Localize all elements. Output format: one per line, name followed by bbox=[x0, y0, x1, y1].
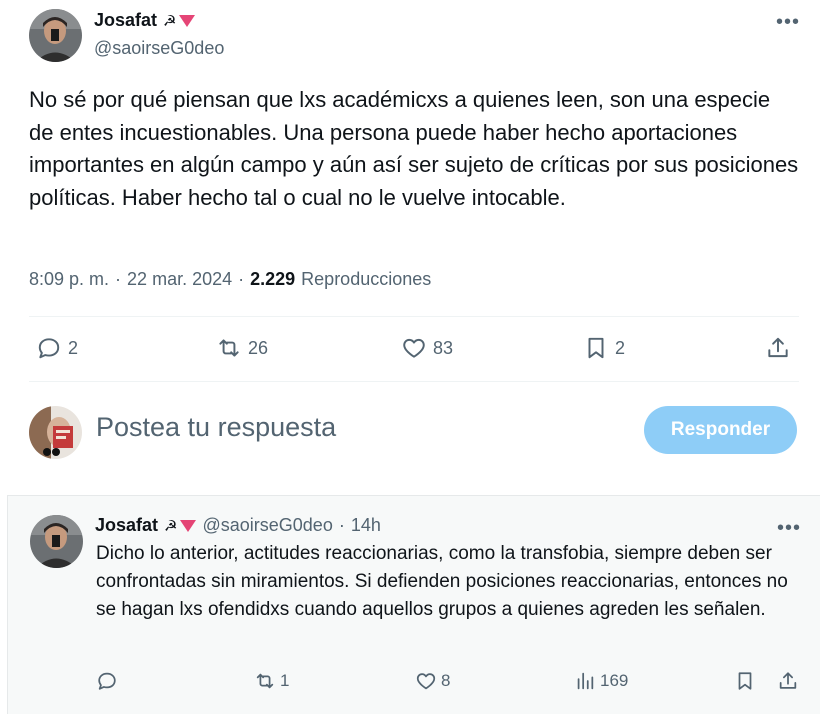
author-avatar[interactable] bbox=[29, 9, 82, 62]
bookmark-icon bbox=[738, 672, 752, 690]
reply-count: 2 bbox=[68, 337, 79, 358]
views-count: 169 bbox=[600, 671, 629, 690]
more-options-icon[interactable]: ••• bbox=[776, 12, 800, 32]
reply-button[interactable]: Responder bbox=[644, 406, 797, 454]
red-triangle-icon bbox=[180, 519, 197, 532]
bookmark-count: 2 bbox=[615, 337, 626, 358]
views-label: Reproducciones bbox=[301, 269, 432, 289]
like-count: 8 bbox=[441, 671, 451, 690]
tweet-meta: 8:09 p. m. · 22 mar. 2024 · 2.229 Reprod… bbox=[29, 269, 431, 290]
reply-action[interactable]: 2 bbox=[36, 335, 78, 361]
retweet-icon bbox=[256, 673, 274, 689]
reply-tweet[interactable]: Josafat ☭ @saoirseG0deo · 14h ••• Dicho … bbox=[7, 495, 820, 714]
heart-icon bbox=[403, 338, 425, 358]
heart-icon bbox=[416, 673, 436, 690]
author-handle[interactable]: @saoirseG0deo bbox=[202, 515, 332, 536]
retweet-icon bbox=[219, 339, 239, 357]
reply-header: Josafat ☭ @saoirseG0deo · 14h bbox=[95, 515, 381, 536]
reply-time[interactable]: 14h bbox=[351, 515, 381, 536]
more-options-icon[interactable]: ••• bbox=[777, 518, 801, 538]
like-count: 83 bbox=[433, 337, 454, 358]
hammer-sickle-icon: ☭ bbox=[164, 517, 178, 535]
meta-separator: · bbox=[115, 269, 122, 289]
retweet-count: 26 bbox=[248, 337, 269, 358]
reply-input[interactable]: Postea tu respuesta bbox=[96, 412, 336, 443]
tweet-text: No sé por qué piensan que lxs académicxs… bbox=[29, 87, 799, 210]
bookmark-action[interactable] bbox=[734, 670, 756, 692]
red-triangle-icon bbox=[179, 14, 196, 27]
reply-text: Dicho lo anterior, actitudes reaccionari… bbox=[96, 543, 788, 620]
share-icon bbox=[779, 672, 797, 689]
reply-action[interactable] bbox=[96, 670, 122, 692]
author-display-name[interactable]: Josafat bbox=[94, 10, 157, 31]
author-handle[interactable]: @saoirseG0deo bbox=[94, 38, 224, 59]
tweet-date[interactable]: 22 mar. 2024 bbox=[127, 269, 232, 290]
author-flair: ☭ bbox=[163, 12, 196, 30]
like-action[interactable]: 8 bbox=[415, 670, 450, 692]
meta-separator: · bbox=[238, 269, 245, 289]
retweet-count: 1 bbox=[280, 671, 290, 690]
author-flair: ☭ bbox=[164, 517, 197, 535]
bar-chart-icon bbox=[577, 672, 594, 690]
share-action[interactable] bbox=[765, 335, 791, 361]
current-user-avatar[interactable] bbox=[29, 406, 82, 459]
tweet-time[interactable]: 8:09 p. m. bbox=[29, 269, 109, 290]
header-separator: · bbox=[338, 515, 345, 535]
reply-icon bbox=[98, 672, 116, 690]
retweet-action[interactable]: 26 bbox=[216, 335, 268, 361]
author-avatar[interactable] bbox=[30, 515, 83, 568]
divider bbox=[29, 316, 799, 317]
reply-icon bbox=[38, 338, 60, 359]
share-icon bbox=[768, 337, 788, 358]
like-action[interactable]: 83 bbox=[401, 335, 453, 361]
divider bbox=[29, 381, 799, 382]
author-name-row: Josafat ☭ bbox=[94, 10, 196, 31]
bookmark-action[interactable]: 2 bbox=[583, 335, 625, 361]
views-count: 2.229 bbox=[250, 269, 296, 289]
retweet-action[interactable]: 1 bbox=[254, 670, 289, 692]
share-action[interactable] bbox=[777, 670, 799, 692]
hammer-sickle-icon: ☭ bbox=[163, 12, 177, 30]
author-display-name[interactable]: Josafat bbox=[95, 515, 158, 536]
main-tweet: Josafat ☭ @saoirseG0deo ••• No sé por qu… bbox=[0, 0, 820, 494]
bookmark-icon bbox=[588, 337, 604, 359]
views-action[interactable]: 169 bbox=[574, 670, 628, 692]
